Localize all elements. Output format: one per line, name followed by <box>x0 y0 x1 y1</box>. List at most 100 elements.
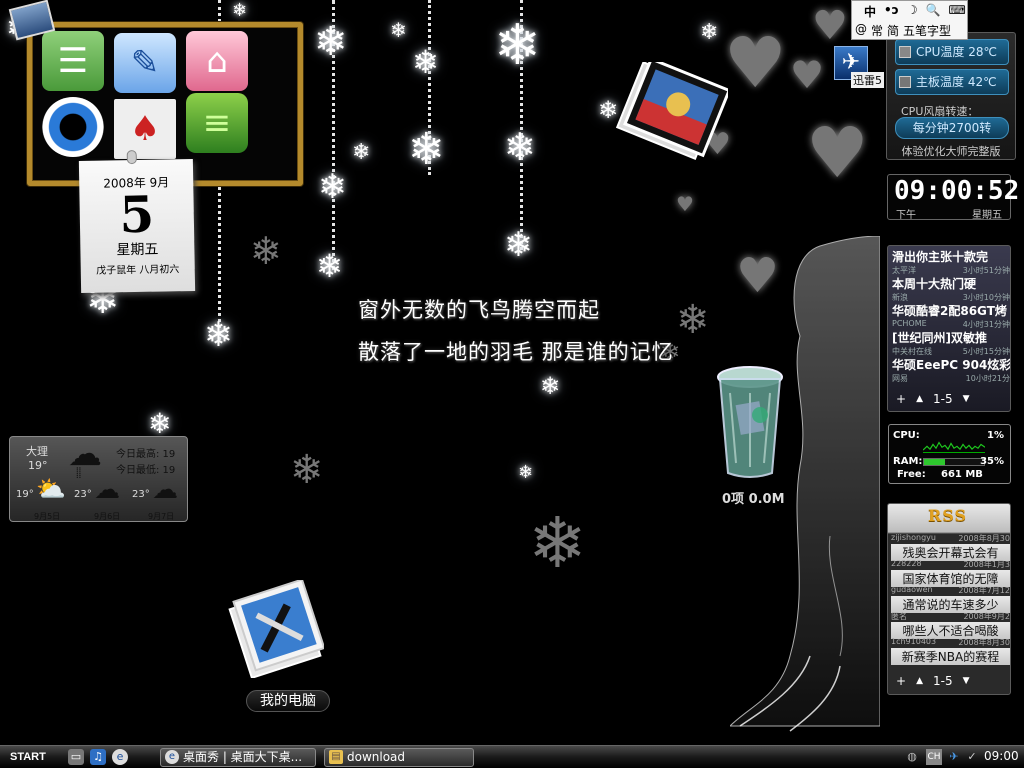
snowflake-decor: ❄ <box>352 140 371 165</box>
rss-logo: RSS <box>928 506 968 525</box>
browser-icon[interactable]: e <box>112 749 128 765</box>
snowflake-decor: ❄ <box>528 502 587 584</box>
tray-clock[interactable]: 09:00 <box>984 749 1019 763</box>
news-item[interactable]: 本周十大热门硬 新浪 3小时10分钟 <box>892 275 1010 303</box>
calendar-widget[interactable]: 2008年 9月 5 星期五 戊子鼠年 八月初六 <box>78 149 196 293</box>
my-computer-icon[interactable] <box>228 580 324 678</box>
heart-decor: ♥ <box>812 3 848 49</box>
rss-item[interactable]: zijishongyu 2008年8月30 残奥会开幕式会有 <box>891 533 1010 561</box>
arrow-up-icon[interactable]: ▲ <box>916 394 923 404</box>
digital-clock-widget[interactable]: 09:00:52 下午 星期五 <box>887 174 1019 221</box>
photo-viewer-icon[interactable] <box>612 62 728 166</box>
punctuation-icon[interactable]: •ɔ <box>884 3 899 20</box>
rss-item[interactable]: 1ch910403 2008年8月30 新赛季NBA的赛程 <box>891 637 1010 665</box>
task-label: download <box>347 750 406 764</box>
task-button-download[interactable]: ▤ download <box>324 748 474 767</box>
snowflake-decor: ❄ <box>494 13 541 78</box>
ime-tray-icon[interactable]: CH <box>926 749 942 765</box>
task-button-browser[interactable]: e 桌面秀 | 桌面大下桌... <box>160 748 316 767</box>
snowflake-decor: ❄ <box>408 124 445 175</box>
ime-chinese-toggle[interactable]: 中 <box>864 3 876 20</box>
news-title[interactable]: [世纪同州]双敏推 <box>892 329 1010 346</box>
snowflake-decor: ❄ <box>148 407 172 440</box>
ime-at-icon[interactable]: @ <box>855 22 867 39</box>
xunlei-label[interactable]: 迅雷5 <box>851 72 884 88</box>
recycle-bin-icon[interactable] <box>716 363 784 481</box>
ime-mode-wubi[interactable]: 五笔字型 <box>903 22 951 39</box>
snoopy-app-icon[interactable]: ♠ <box>114 99 176 159</box>
cpu-usage-graph <box>923 441 985 453</box>
ime-mode-common[interactable]: 常 <box>871 22 883 39</box>
news-title[interactable]: 滑出你主张十款完 <box>892 248 1010 265</box>
rss-reader-widget[interactable]: RSS zijishongyu 2008年8月30 残奥会开幕式会有 228228… <box>887 503 1011 695</box>
arrow-down-icon[interactable]: ▼ <box>963 676 970 686</box>
forecast-temp: 23° <box>132 489 150 500</box>
optimizer-footer[interactable]: 体验优化大师完整版 <box>887 143 1015 159</box>
arrow-up-icon[interactable]: ▲ <box>916 676 923 686</box>
news-item[interactable]: 华硕酷睿2配86GT烤 PCHOME 4小时31分钟 <box>892 302 1010 330</box>
search-icon[interactable]: 🔍 <box>926 3 941 20</box>
clock-time: 09:00:52 <box>894 176 1020 206</box>
lyric-line-1: 窗外无数的飞鸟腾空而起 <box>358 298 600 322</box>
cpu-chip-icon <box>899 46 911 58</box>
forecast-date: 9月5日 <box>34 512 61 521</box>
show-desktop-icon[interactable]: ▭ <box>68 749 84 765</box>
ime-toolbar[interactable]: 中 •ɔ ☽ 🔍 ⌨ @ 常 简 五笔字型 <box>851 0 968 40</box>
forecast-date: 9月7日 <box>148 512 175 521</box>
news-item[interactable]: [世纪同州]双敏推 中关村在线 5小时15分钟 <box>892 329 1010 357</box>
news-title[interactable]: 本周十大热门硬 <box>892 275 1010 292</box>
moon-icon[interactable]: ☽ <box>907 3 918 20</box>
snowflake-decor: ❄ <box>412 43 439 81</box>
keyboard-icon[interactable]: ⌨ <box>949 3 966 20</box>
media-icon[interactable]: ♫ <box>90 749 106 765</box>
cpu-label: CPU: <box>893 430 920 441</box>
weather-high: 今日最高: 19 <box>116 449 176 460</box>
house-app-icon[interactable]: ⌂ <box>186 31 248 91</box>
rss-item[interactable]: gudaowen 2008年7月12 通常说的车速多少 <box>891 585 1010 613</box>
ime-mode-simplified[interactable]: 简 <box>887 22 899 39</box>
news-source: 网易 <box>892 374 908 383</box>
snowflake-decor: ❄ <box>204 315 233 355</box>
xunlei-tray-icon[interactable]: ✈ <box>946 749 962 765</box>
cpu-temp-row: CPU温度 28℃ <box>895 39 1009 65</box>
rss-date: 2008年8月30 <box>958 534 1010 543</box>
network-tray-icon[interactable]: ✓ <box>964 749 980 765</box>
weather-current-temp: 19° <box>28 459 48 472</box>
news-widget[interactable]: 滑出你主张十款完 太平洋 3小时51分钟 本周十大热门硬 新浪 3小时10分钟 华硕… <box>887 245 1011 412</box>
plus-icon[interactable]: + <box>896 392 906 406</box>
weather-city: 大理 <box>26 445 48 458</box>
start-button[interactable]: START <box>4 748 54 767</box>
rain-cloud-icon: ☁ <box>68 434 102 474</box>
weather-widget[interactable]: 大理 19° ☁ ⸽⸽ 今日最高: 19 今日最低: 19 19° ⛅ 9月5日… <box>9 436 188 522</box>
rss-user: gudaowen <box>891 585 933 594</box>
lifebuoy-app-icon[interactable] <box>42 97 104 157</box>
pen-app-icon[interactable]: ✎ <box>114 33 176 93</box>
books-app-icon[interactable]: ☰ <box>42 31 104 91</box>
lyric-line-2: 散落了一地的羽毛 那是谁的记忆 <box>358 340 674 364</box>
rss-title[interactable]: 新赛季NBA的赛程 <box>891 648 1010 665</box>
snowflake-decor: ❄ <box>318 167 347 207</box>
my-computer-label[interactable]: 我的电脑 <box>246 690 330 712</box>
news-title[interactable]: 华硕酷睿2配86GT烤 <box>892 302 1010 319</box>
snowflake-decor: ❄ <box>676 297 710 343</box>
plus-icon[interactable]: + <box>896 674 906 688</box>
arrow-down-icon[interactable]: ▼ <box>963 394 970 404</box>
heart-decor: ♥ <box>806 112 869 194</box>
snowflake-decor: ❄ <box>232 0 248 21</box>
news-item[interactable]: 华硕EeePC 904炫彩 网易 10小时21分 <box>892 356 1010 384</box>
globe-tray-icon[interactable]: ◍ <box>904 749 920 765</box>
system-monitor-widget[interactable]: CPU温度 28℃ 主板温度 42℃ CPU风扇转速： 每分钟2700转 体验优… <box>886 32 1016 160</box>
task-label: 桌面秀 | 桌面大下桌... <box>183 750 303 764</box>
news-item[interactable]: 滑出你主张十款完 太平洋 3小时51分钟 <box>892 248 1010 276</box>
recycle-bin-status: 0项 0.0M <box>722 492 785 507</box>
rss-user: 匿名 <box>891 612 907 621</box>
rss-item[interactable]: 228228 2008年1月3 国家体育馆的无障 <box>891 559 1010 587</box>
bamboo-app-icon[interactable]: ≡ <box>186 93 248 153</box>
snowflake-decor: ❄ <box>314 19 348 65</box>
cpu-ram-meter-widget[interactable]: CPU: 1% RAM: 35% Free: 661 MB <box>888 424 1011 484</box>
rss-user: 228228 <box>891 559 922 568</box>
heart-decor: ♥ <box>724 22 787 104</box>
weather-low: 今日最低: 19 <box>116 465 176 476</box>
rss-item[interactable]: 匿名 2008年9月2 哪些人不适合喝酸 <box>891 611 1010 639</box>
news-title[interactable]: 华硕EeePC 904炫彩 <box>892 356 1010 373</box>
